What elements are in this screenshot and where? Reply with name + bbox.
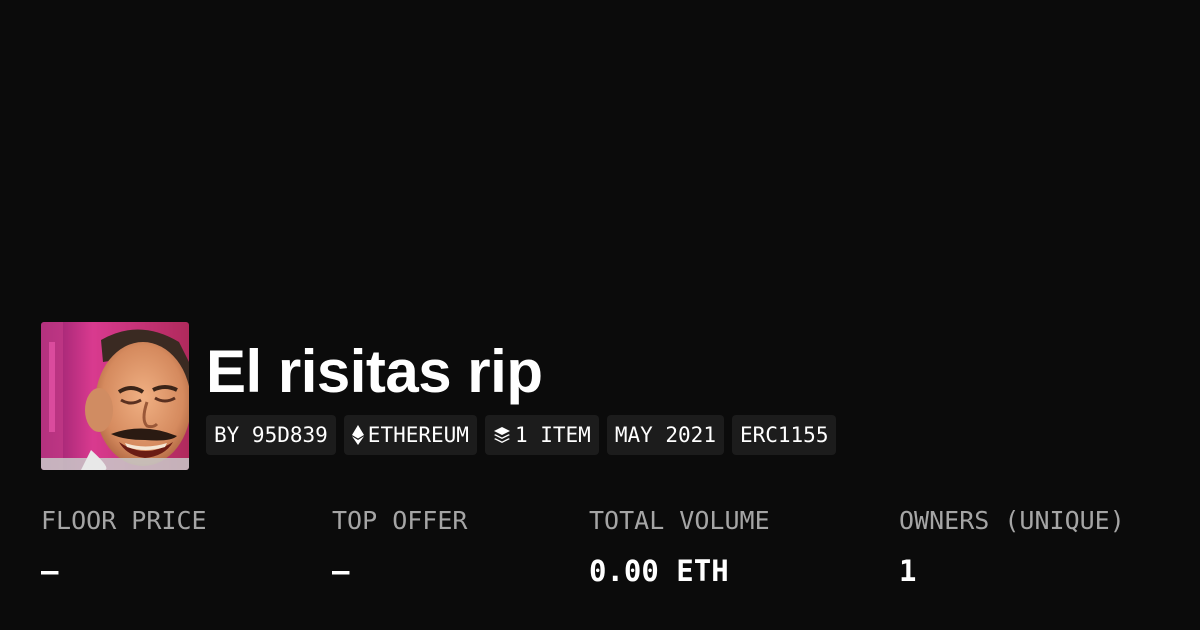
ethereum-icon [351,425,364,445]
collection-badges: BY 95D839 ETHEREUM 1 ITEM MAY 2021 ERC11… [206,415,837,455]
items-badge-label: 1 ITEM [514,423,591,447]
collection-avatar-image [41,322,189,470]
creator-badge-label: BY 95D839 [214,423,328,447]
stat-top-offer: TOP OFFER – [332,505,467,587]
chain-badge[interactable]: ETHEREUM [343,415,477,455]
stat-label: OWNERS (UNIQUE) [899,506,1125,535]
stat-value: – [41,554,59,588]
date-badge: MAY 2021 [606,415,724,455]
layers-icon [493,426,511,444]
stat-label: TOP OFFER [332,506,468,535]
date-badge-label: MAY 2021 [614,423,716,447]
collection-avatar [41,322,189,470]
stat-value: 1 [899,554,917,588]
creator-badge[interactable]: BY 95D839 [206,415,336,455]
collection-share-card: El risitas rip BY 95D839 ETHEREUM 1 ITEM… [0,0,1200,630]
collection-title: El risitas rip [206,338,543,405]
stat-floor-price: FLOOR PRICE – [41,505,207,587]
chain-badge-label: ETHEREUM [367,423,469,447]
stat-total-volume: TOTAL VOLUME 0.00 ETH [589,505,770,587]
stat-owners: OWNERS (UNIQUE) 1 [899,505,1125,587]
stat-value: – [332,554,350,588]
items-badge[interactable]: 1 ITEM [484,415,599,455]
standard-badge: ERC1155 [731,415,837,455]
stat-value: 0.00 ETH [589,554,729,588]
stat-label: FLOOR PRICE [41,506,207,535]
stat-label: TOTAL VOLUME [589,506,770,535]
standard-badge-label: ERC1155 [739,423,829,447]
